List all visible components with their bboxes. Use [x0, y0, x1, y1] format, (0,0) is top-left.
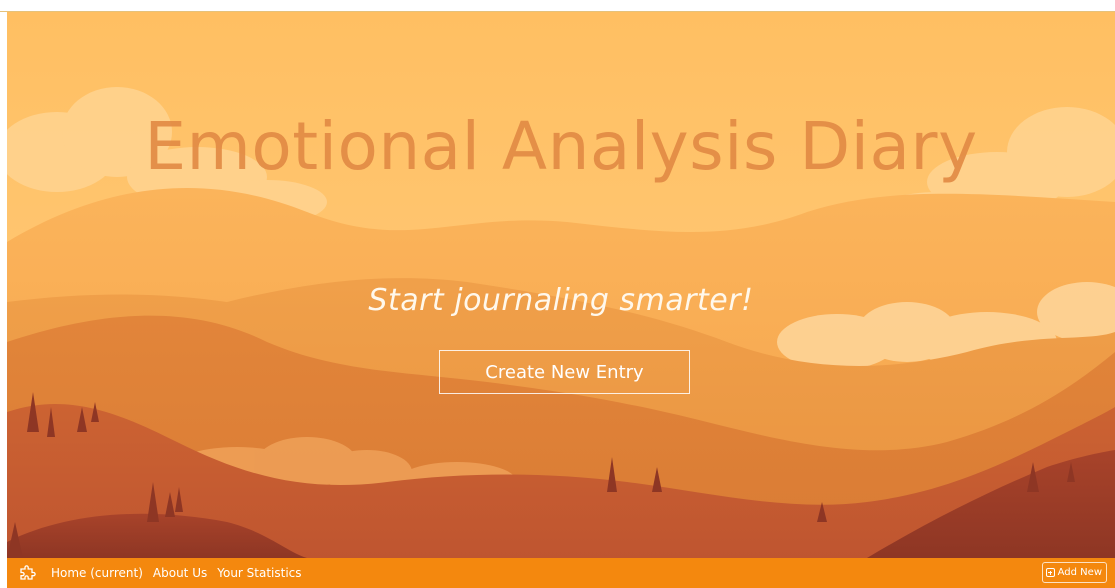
nav-link-home[interactable]: Home (current) [51, 566, 143, 580]
tagline: Start journaling smarter! [368, 283, 754, 318]
left-gutter [0, 12, 7, 588]
puzzle-icon[interactable] [17, 562, 39, 584]
add-new-label: Add New [1057, 567, 1102, 578]
nav-link-your-statistics[interactable]: Your Statistics [217, 566, 301, 580]
nav-links: Home (current) About Us Your Statistics [51, 566, 302, 580]
add-new-button[interactable]: Add New [1041, 562, 1107, 583]
create-new-entry-button[interactable]: Create New Entry [439, 350, 690, 394]
plus-square-icon [1045, 568, 1055, 577]
bottom-navbar: Home (current) About Us Your Statistics … [7, 558, 1115, 588]
top-border [0, 0, 1115, 12]
hero-section: Emotional Analysis Diary Start journalin… [7, 12, 1115, 558]
page-title: Emotional Analysis Diary [144, 108, 978, 185]
nav-link-about-us[interactable]: About Us [153, 566, 207, 580]
